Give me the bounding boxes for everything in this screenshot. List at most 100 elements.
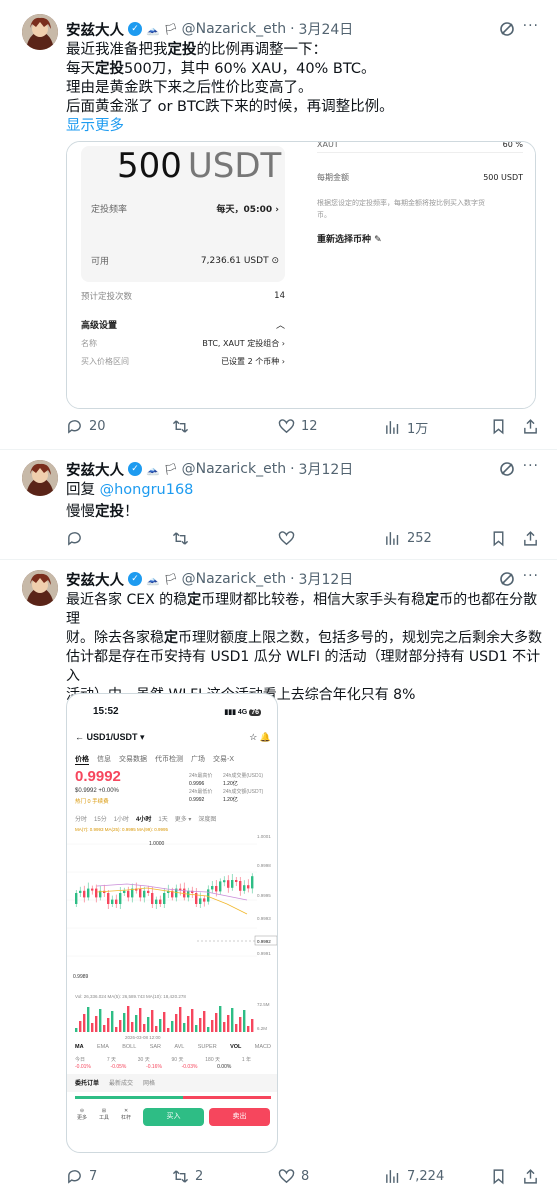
candle-body	[219, 881, 222, 892]
views-button[interactable]: 252	[384, 530, 432, 547]
tweet-2[interactable]: 安兹大人 ✓ 🗻 🏳 @Nazarick_eth · 3月12日 ··· 回复 …	[0, 450, 557, 560]
tweet-1[interactable]: 安兹大人 ✓ 🗻 🏳 @Nazarick_eth · 3月24日 ··· 最近我…	[0, 0, 557, 450]
volume-bar	[223, 1022, 226, 1032]
dca-screenshot[interactable]: 500 USDT 定投频率 每天，05:00 › 可用 7,236.61 USDT…	[66, 141, 536, 409]
share-button[interactable]	[522, 1168, 539, 1185]
retweet-button[interactable]	[172, 530, 189, 547]
order-tab[interactable]: 网格	[143, 1078, 155, 1087]
action-bar: 252	[66, 530, 537, 550]
avatar[interactable]	[22, 570, 58, 606]
chevron-up-icon: ︿	[275, 321, 285, 331]
more-tool[interactable]: ⊖ 更多	[77, 1108, 87, 1121]
views-button[interactable]: 1万	[384, 418, 428, 437]
candle-body	[151, 893, 154, 904]
more-options-icon[interactable]: ···	[523, 18, 539, 34]
indicator[interactable]: SAR	[150, 1044, 161, 1050]
volume-bar	[83, 1014, 86, 1032]
volume-bar	[231, 1008, 234, 1032]
indicator[interactable]: SUPER	[198, 1044, 217, 1050]
back-arrow-icon[interactable]: ←	[75, 732, 84, 742]
reply-to-link[interactable]: @hongru168	[100, 482, 194, 498]
star-icon[interactable]: ☆	[249, 732, 257, 742]
tweet-3[interactable]: 安兹大人 ✓ 🗻 🏳 @Nazarick_eth · 3月12日 ··· 最近各…	[0, 560, 557, 1200]
name-row[interactable]: 名称 BTC, XAUT 定投组合 ›	[81, 338, 285, 349]
perf-labels: 今日 7 天 30 天 90 天 180 天1 年	[75, 1057, 251, 1063]
tab[interactable]: 交易数据	[119, 754, 147, 765]
buy-button[interactable]: 买入	[143, 1108, 204, 1126]
indicator[interactable]: BOLL	[122, 1044, 136, 1050]
reply-button[interactable]	[66, 530, 89, 547]
indicator[interactable]: VOL	[230, 1044, 241, 1050]
pair-selector[interactable]: USD1/USDT	[87, 732, 138, 742]
tweet-date[interactable]: 3月24日	[299, 19, 354, 39]
text-line: 理由是黄金跌下来之后性价比变高了。	[66, 80, 313, 96]
like-button[interactable]: 8	[278, 1168, 309, 1185]
grok-icon[interactable]	[499, 571, 515, 587]
interval[interactable]: 15分	[94, 814, 107, 823]
interval[interactable]: 更多 ▾	[175, 814, 192, 823]
share-button[interactable]	[522, 418, 539, 435]
interval[interactable]: 深度图	[198, 814, 216, 823]
interval[interactable]: 分时	[75, 814, 87, 823]
order-tab[interactable]: 最新成交	[109, 1078, 133, 1087]
author-name[interactable]: 安兹大人	[66, 19, 124, 40]
bell-icon[interactable]: 🔔	[260, 732, 271, 742]
volume-bar	[199, 1018, 202, 1032]
grok-icon[interactable]	[499, 21, 515, 37]
grok-icon[interactable]	[499, 461, 515, 477]
tab[interactable]: 价格	[75, 754, 89, 765]
tweet-date[interactable]: 3月12日	[299, 459, 354, 479]
retweet-button[interactable]: 2	[172, 1168, 203, 1185]
verified-badge-icon: ✓	[128, 462, 142, 476]
author-name[interactable]: 安兹大人	[66, 569, 124, 590]
reselect-coin-link[interactable]: 重新选择币种 ✎	[317, 232, 382, 245]
margin-tool[interactable]: ✕ 杠杆	[121, 1108, 131, 1121]
interval[interactable]: 1天	[158, 814, 167, 823]
author-name[interactable]: 安兹大人	[66, 459, 124, 480]
advanced-settings-toggle[interactable]: 高级设置 ︿	[81, 318, 285, 331]
bookmark-button[interactable]	[490, 530, 507, 547]
show-more-link[interactable]: 显示更多	[66, 117, 539, 136]
author-handle[interactable]: @Nazarick_eth	[182, 571, 286, 587]
reply-button[interactable]: 7	[66, 1168, 97, 1185]
bookmark-button[interactable]	[490, 1168, 507, 1185]
tab[interactable]: 信息	[97, 754, 111, 765]
avatar[interactable]	[22, 14, 58, 50]
y-tick: 0.9995	[257, 893, 271, 898]
indicator[interactable]: EMA	[97, 1044, 109, 1050]
share-button[interactable]	[522, 530, 539, 547]
tab[interactable]: 广场	[191, 754, 205, 765]
separator: ·	[290, 571, 295, 587]
tab[interactable]: 交易-X	[213, 754, 234, 765]
y-tick: 1.0001	[257, 834, 271, 839]
text-line: 财。除去各家稳定币理财额度上限之数，包括多号的，规划完之后剩余大多数	[66, 630, 542, 646]
frequency-row[interactable]: 定投频率 每天，05:00 ›	[91, 202, 279, 215]
tools-tool[interactable]: ⊞ 工具	[99, 1108, 109, 1121]
indicator[interactable]: MA	[75, 1044, 84, 1050]
candle-body	[95, 888, 98, 898]
indicator[interactable]: MACD	[255, 1044, 271, 1050]
trading-app-screenshot[interactable]: 15:52 ▮▮▮ 4G 76 ← USD1/USDT ▾ ☆ 🔔 价格 信息 …	[66, 693, 278, 1153]
like-button[interactable]: 12	[278, 418, 318, 435]
author-handle[interactable]: @Nazarick_eth	[182, 21, 286, 37]
avatar[interactable]	[22, 460, 58, 496]
interval-bar: 分时 15分 1小时 4小时 1天 更多 ▾ 深度图	[75, 814, 275, 823]
author-handle[interactable]: @Nazarick_eth	[182, 461, 286, 477]
tweet-date[interactable]: 3月12日	[299, 569, 354, 589]
heart-icon	[278, 1169, 295, 1184]
like-button[interactable]	[278, 530, 295, 547]
more-options-icon[interactable]: ···	[523, 568, 539, 584]
interval[interactable]: 1小时	[114, 814, 129, 823]
indicator[interactable]: AVL	[174, 1044, 184, 1050]
more-options-icon[interactable]: ···	[523, 458, 539, 474]
interval[interactable]: 4小时	[136, 814, 151, 823]
views-button[interactable]: 7,224	[384, 1168, 444, 1185]
tab[interactable]: 代币检测	[155, 754, 183, 765]
reply-button[interactable]: 20	[66, 418, 106, 435]
retweet-button[interactable]	[172, 418, 195, 435]
order-tab[interactable]: 委托订单	[75, 1078, 99, 1087]
bookmark-button[interactable]	[490, 418, 507, 435]
price-range-row[interactable]: 买入价格区间 已设置 2 个币种 ›	[81, 356, 285, 367]
candle-body	[127, 890, 130, 898]
sell-button[interactable]: 卖出	[209, 1108, 270, 1126]
